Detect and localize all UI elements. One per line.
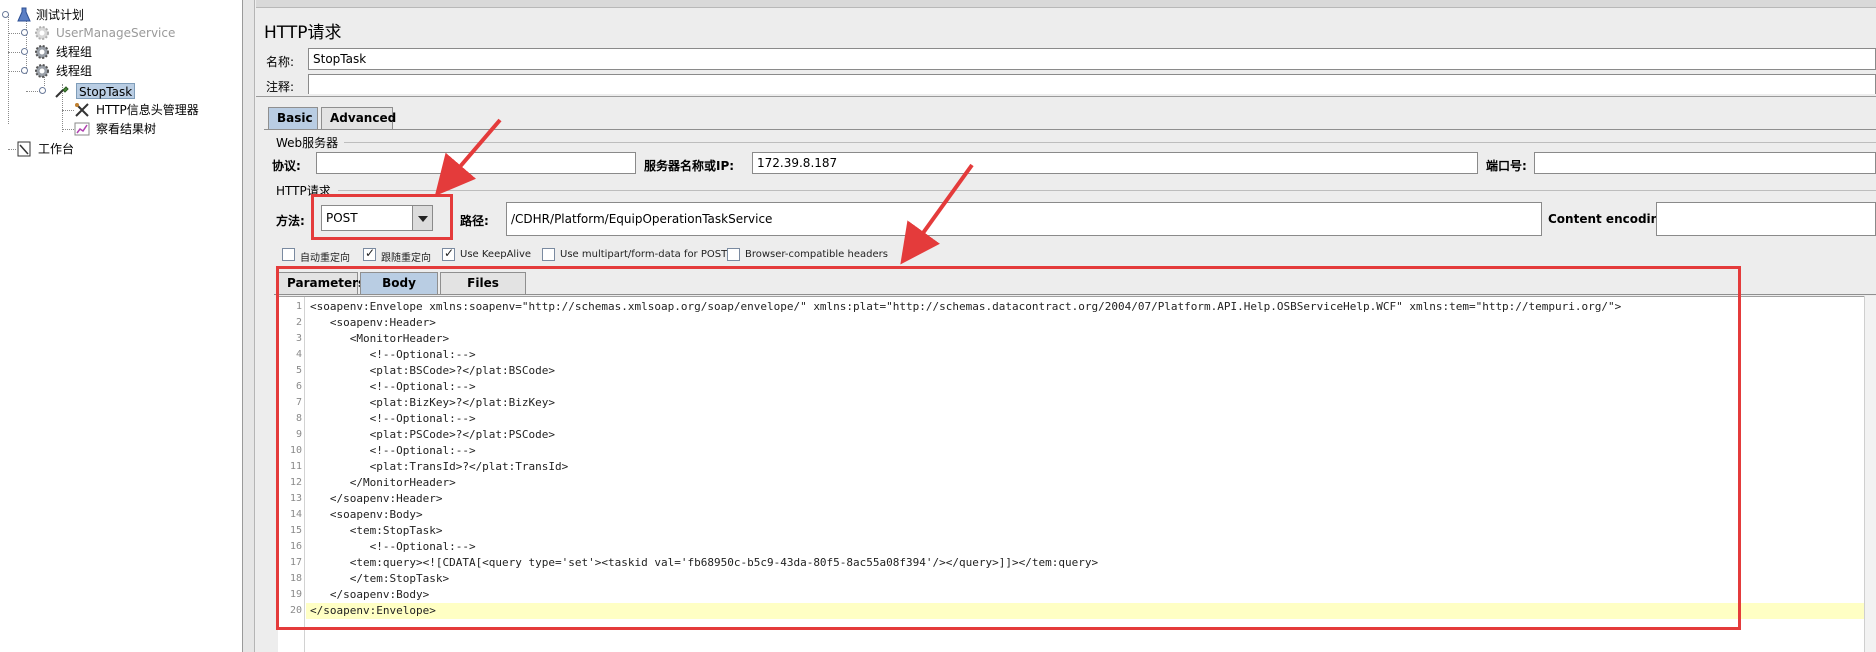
- group-line: [344, 142, 1876, 143]
- port-label: 端口号:: [1486, 159, 1527, 173]
- tree-label: 线程组: [56, 45, 93, 59]
- tree-node-result-tree[interactable]: 察看结果树: [0, 120, 240, 138]
- path-label: 路径:: [460, 214, 489, 228]
- split-pane-divider[interactable]: [243, 0, 255, 652]
- tree-line: [8, 71, 22, 72]
- follow-redirect-checkbox[interactable]: [363, 246, 376, 261]
- tab-basic[interactable]: Basic: [268, 107, 318, 129]
- tab-strip-line: [264, 129, 1876, 130]
- name-label: 名称:: [266, 55, 295, 69]
- toolbar-strip: [256, 0, 1876, 8]
- tree-node-usermanageservice[interactable]: UserManageService: [0, 24, 240, 42]
- expand-toggle-icon[interactable]: [21, 29, 28, 36]
- sampler-pipette-icon: [55, 86, 69, 98]
- tree-node-test-plan[interactable]: 测试计划: [0, 6, 240, 24]
- auto-redirect-checkbox[interactable]: [282, 248, 295, 261]
- port-input[interactable]: [1534, 152, 1876, 174]
- tree-node-workbench[interactable]: 工作台: [0, 140, 240, 158]
- expand-toggle-icon[interactable]: [21, 67, 28, 74]
- separator: [256, 96, 1876, 97]
- tree-label: UserManageService: [56, 26, 176, 40]
- tree-label: 工作台: [38, 142, 75, 156]
- annotation-box-body-data: [276, 266, 1741, 630]
- web-server-group-title: Web服务器: [276, 136, 339, 150]
- keepalive-checkbox[interactable]: [442, 246, 455, 261]
- tree-node-stoptask[interactable]: StopTask: [0, 82, 240, 100]
- path-input[interactable]: /CDHR/Platform/EquipOperationTaskService: [506, 202, 1542, 236]
- comment-input[interactable]: [308, 74, 1876, 94]
- tree-node-thread-group-2[interactable]: 线程组: [0, 62, 240, 80]
- gear-disabled-icon: [35, 26, 49, 40]
- expand-toggle-icon[interactable]: [21, 48, 28, 55]
- test-plan-tree[interactable]: 测试计划 UserManageService 线程组 线程组 StopTask …: [0, 0, 243, 652]
- keepalive-label: Use KeepAlive: [460, 249, 532, 260]
- annotation-box-method: [311, 194, 453, 240]
- tab-advanced[interactable]: Advanced: [321, 107, 396, 129]
- workbench-icon: [17, 141, 31, 157]
- editor-scrollbar[interactable]: [1864, 296, 1876, 652]
- comment-label: 注释:: [266, 80, 295, 94]
- gear-icon: [35, 64, 49, 78]
- tree-line: [26, 91, 40, 92]
- server-label: 服务器名称或IP:: [644, 159, 735, 173]
- gear-icon: [35, 45, 49, 59]
- protocol-label: 协议:: [272, 159, 301, 173]
- name-input[interactable]: StopTask: [308, 48, 1876, 70]
- multipart-checkbox[interactable]: [542, 248, 555, 261]
- tree-node-header-manager[interactable]: HTTP信息头管理器: [0, 101, 240, 119]
- tree-line: [62, 110, 74, 111]
- encoding-input[interactable]: [1656, 202, 1876, 236]
- tree-line: [62, 129, 74, 130]
- tree-label-selected: StopTask: [76, 83, 136, 99]
- tree-label: HTTP信息头管理器: [96, 103, 199, 117]
- tree-label: 线程组: [56, 64, 93, 78]
- server-input[interactable]: 172.39.8.187: [752, 152, 1478, 174]
- method-label: 方法:: [276, 214, 305, 228]
- tools-icon: [75, 103, 89, 117]
- protocol-input[interactable]: [316, 152, 636, 174]
- follow-redirect-label: 跟随重定向: [381, 253, 431, 264]
- tree-node-thread-group-1[interactable]: 线程组: [0, 43, 240, 61]
- auto-redirect-label: 自动重定向: [300, 253, 350, 264]
- browser-headers-label: Browser-compatible headers: [745, 249, 888, 260]
- multipart-label: Use multipart/form-data for POST: [560, 249, 728, 260]
- tree-label: 测试计划: [36, 8, 85, 22]
- encoding-label: Content encoding:: [1548, 212, 1673, 226]
- tree-label: 察看结果树: [96, 122, 157, 136]
- expand-toggle-icon[interactable]: [2, 11, 9, 18]
- expand-toggle-icon[interactable]: [39, 87, 46, 94]
- browser-headers-checkbox[interactable]: [727, 248, 740, 261]
- test-plan-icon: [17, 7, 31, 22]
- group-line: [338, 190, 1876, 191]
- tree-line: [8, 33, 22, 34]
- tree-line: [8, 149, 16, 150]
- chart-icon: [74, 122, 90, 136]
- tree-line: [8, 52, 22, 53]
- page-title: HTTP请求: [264, 23, 342, 43]
